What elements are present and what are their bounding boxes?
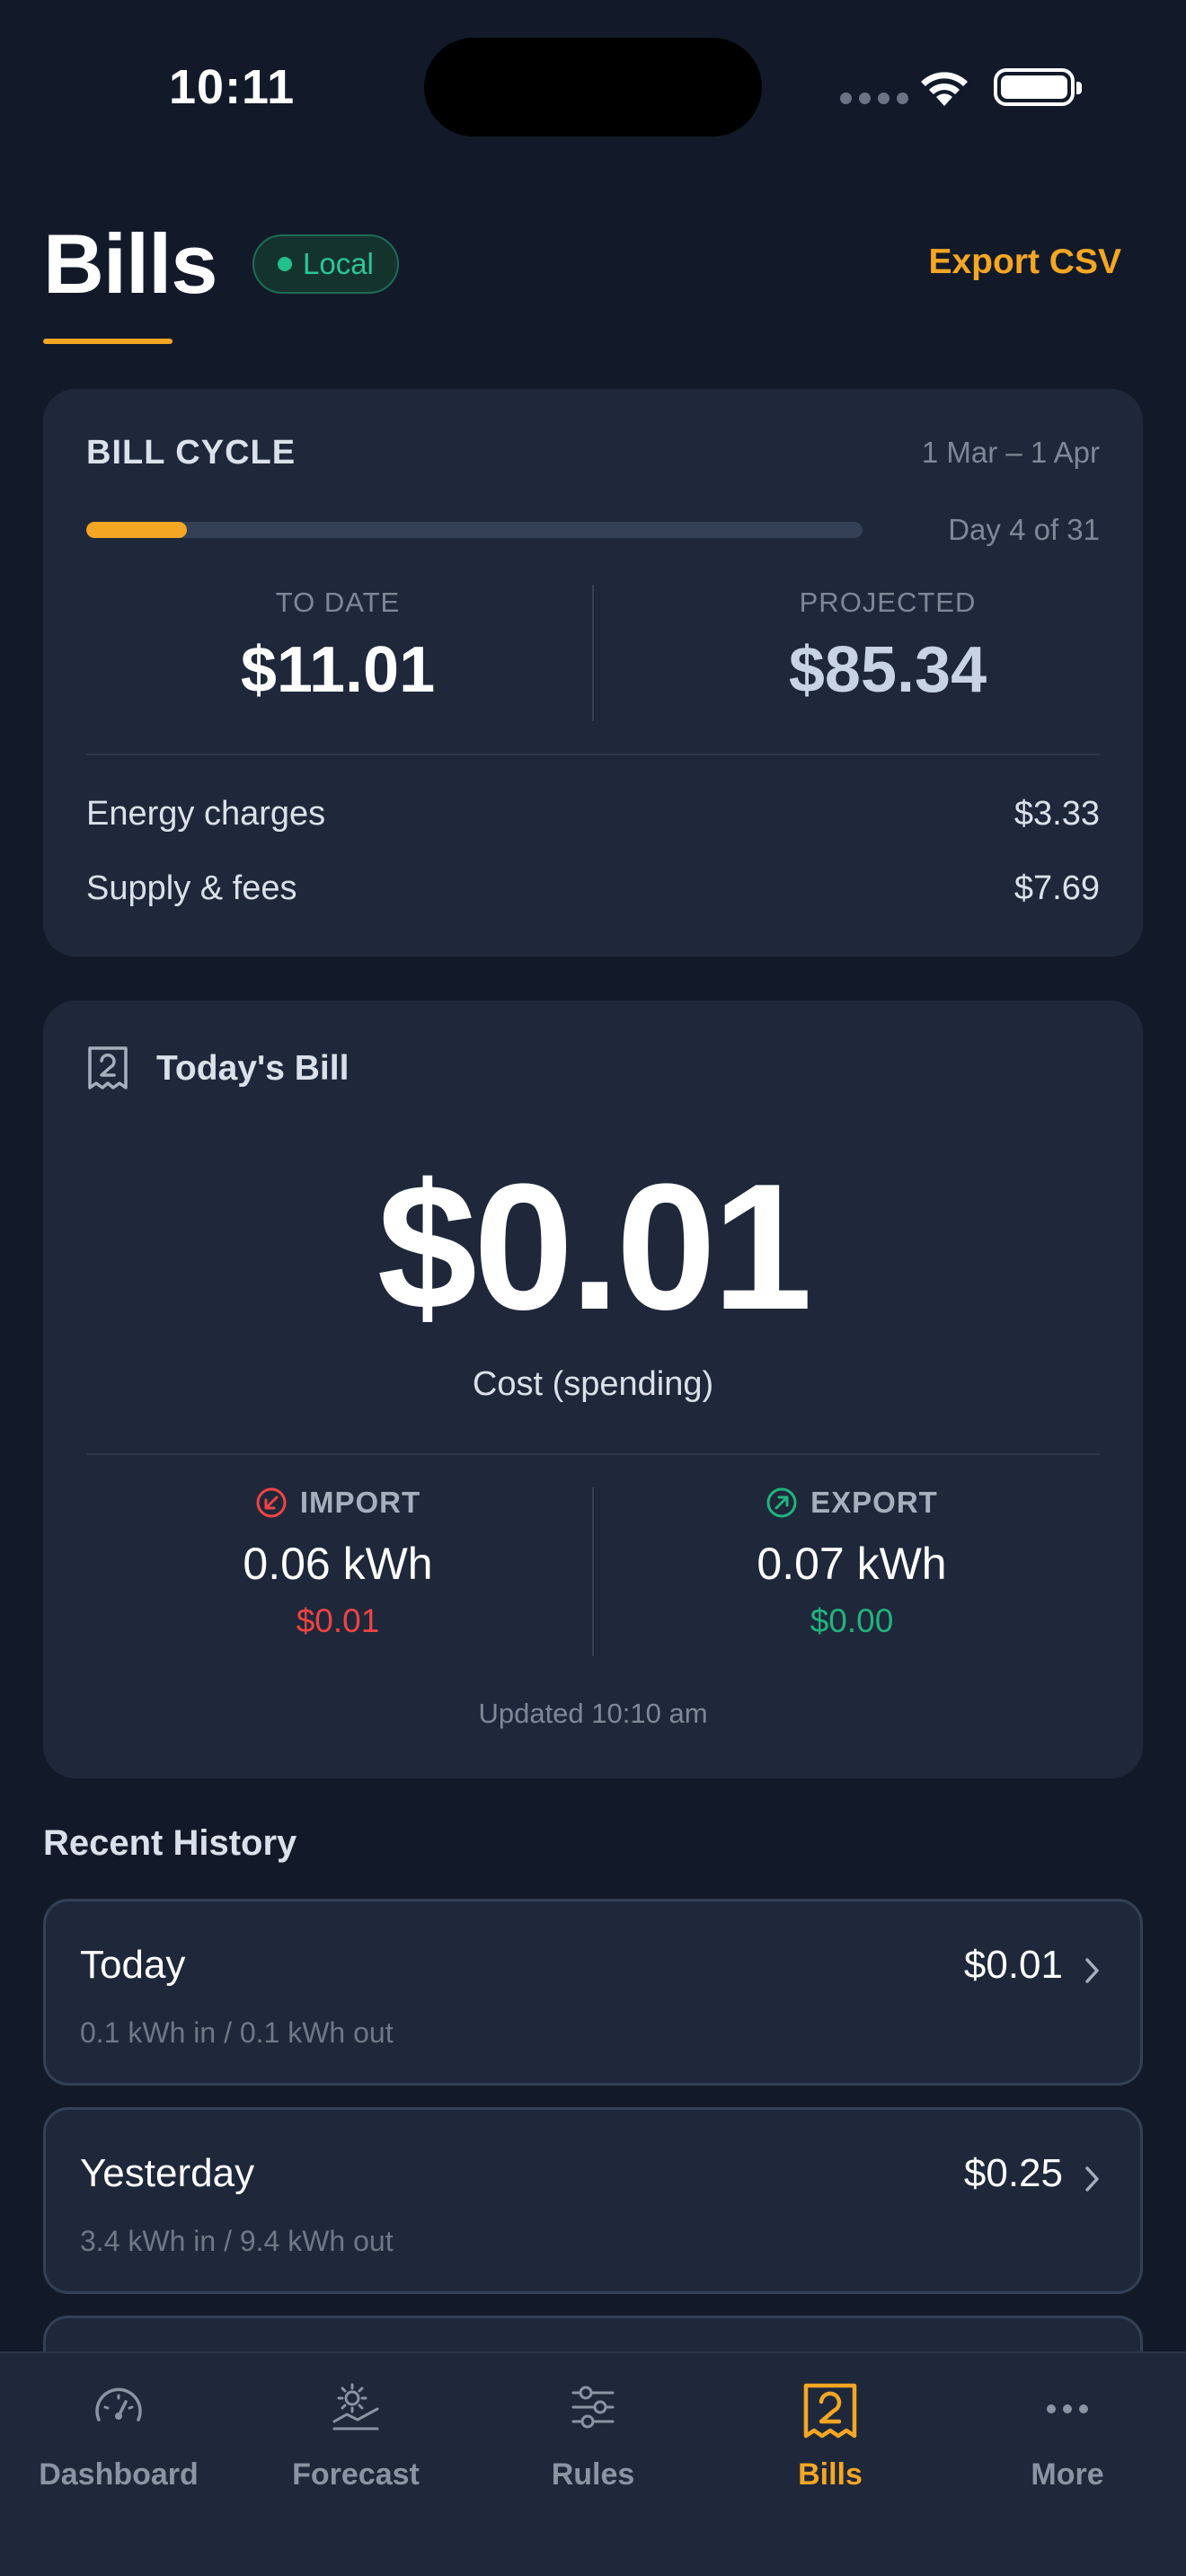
tab-label: More [1031, 2457, 1104, 2492]
local-badge: Local [252, 234, 399, 294]
history-item-detail: 0.1 kWh in / 0.1 kWh out [80, 2016, 394, 2049]
status-time: 10:11 [169, 60, 296, 114]
export-label: EXPORT [810, 1486, 938, 1519]
energy-charges-value: $3.33 [1013, 795, 1100, 833]
tab-more[interactable]: More [949, 2353, 1186, 2576]
todays-bill-card: Today's Bill $0.01 Cost (spending) IMPOR… [43, 1001, 1143, 1778]
tab-label: Dashboard [39, 2457, 199, 2492]
tab-bar: Dashboard Forecast Rules Bills More [0, 2351, 1186, 2576]
flow-divider [592, 1487, 594, 1656]
import-kwh: 0.06 kWh [243, 1539, 433, 1589]
todays-bill-subtitle: Cost (spending) [472, 1365, 714, 1403]
battery-icon [994, 68, 1082, 106]
sun-chart-icon [332, 2383, 379, 2430]
bill-cycle-progress-fill [86, 522, 188, 538]
to-date-label: TO DATE [275, 587, 401, 618]
receipt-icon [88, 1046, 128, 1090]
bill-cycle-label: BILL CYCLE [86, 434, 296, 472]
to-date-stat: TO DATE $11.01 [86, 587, 589, 707]
projected-value: $85.34 [788, 634, 987, 706]
chevron-right-icon [1085, 1958, 1099, 1983]
bill-cycle-day: Day 4 of 31 [948, 513, 1100, 546]
updated-timestamp: Updated 10:10 am [478, 1698, 708, 1729]
supply-fees-value: $7.69 [1013, 869, 1100, 907]
sliders-icon [571, 2386, 615, 2429]
tab-forecast[interactable]: Forecast [237, 2353, 474, 2576]
tab-label: Bills [798, 2457, 863, 2492]
supply-fees-row: Supply & fees $7.69 [86, 869, 1100, 908]
export-stat: EXPORT 0.07 kWh $0.00 [600, 1486, 1103, 1640]
gauge-icon [95, 2387, 142, 2422]
bill-cycle-progress [86, 522, 863, 538]
history-item-amount: $0.25 [963, 2151, 1063, 2195]
import-arrow-icon [256, 1487, 287, 1518]
supply-fees-label: Supply & fees [86, 869, 297, 907]
tab-bills[interactable]: Bills [712, 2353, 949, 2576]
history-item-today[interactable]: Today $0.01 0.1 kWh in / 0.1 kWh out [43, 1899, 1143, 2086]
import-stat: IMPORT 0.06 kWh $0.01 [86, 1486, 589, 1640]
projected-stat: PROJECTED $85.34 [636, 587, 1139, 707]
export-kwh: 0.07 kWh [757, 1539, 947, 1589]
history-item-amount: $0.01 [963, 1943, 1063, 1987]
projected-label: PROJECTED [799, 587, 977, 618]
cellular-signal-icon [840, 93, 908, 104]
chevron-right-icon [1085, 2166, 1099, 2192]
export-cost: $0.00 [810, 1602, 894, 1639]
receipt-icon [803, 2383, 857, 2439]
recent-history-title: Recent History [43, 1823, 297, 1863]
tab-dashboard[interactable]: Dashboard [0, 2353, 237, 2576]
energy-charges-row: Energy charges $3.33 [86, 795, 1100, 834]
page-title: Bills [43, 216, 218, 311]
title-underline [43, 339, 173, 344]
export-csv-button[interactable]: Export CSV [928, 243, 1121, 282]
history-item-detail: 3.4 kWh in / 9.4 kWh out [80, 2225, 394, 2257]
stat-divider [592, 585, 594, 721]
history-item-yesterday[interactable]: Yesterday $0.25 3.4 kWh in / 9.4 kWh out [43, 2107, 1143, 2294]
to-date-value: $11.01 [240, 634, 436, 706]
import-cost: $0.01 [296, 1602, 380, 1639]
status-bar: 10:11 [0, 0, 1186, 180]
bill-cycle-dates: 1 Mar – 1 Apr [921, 436, 1100, 469]
local-badge-label: Local [303, 247, 374, 280]
cycle-divider [86, 754, 1100, 755]
todays-bill-title: Today's Bill [156, 1049, 350, 1088]
today-divider [86, 1453, 1100, 1455]
ellipsis-icon [1047, 2404, 1088, 2413]
import-label: IMPORT [299, 1486, 421, 1519]
export-arrow-icon [766, 1487, 797, 1518]
energy-charges-label: Energy charges [86, 795, 326, 833]
todays-bill-amount: $0.01 [376, 1147, 813, 1347]
wifi-icon [921, 72, 968, 106]
history-item-label: Yesterday [80, 2151, 255, 2195]
tab-rules[interactable]: Rules [474, 2353, 712, 2576]
tab-label: Rules [551, 2457, 635, 2492]
history-item-label: Today [80, 1943, 186, 1987]
tab-label: Forecast [292, 2457, 420, 2492]
dynamic-island [424, 38, 762, 137]
bill-cycle-card: BILL CYCLE 1 Mar – 1 Apr Day 4 of 31 TO … [43, 389, 1143, 957]
status-dot-icon [278, 257, 292, 271]
